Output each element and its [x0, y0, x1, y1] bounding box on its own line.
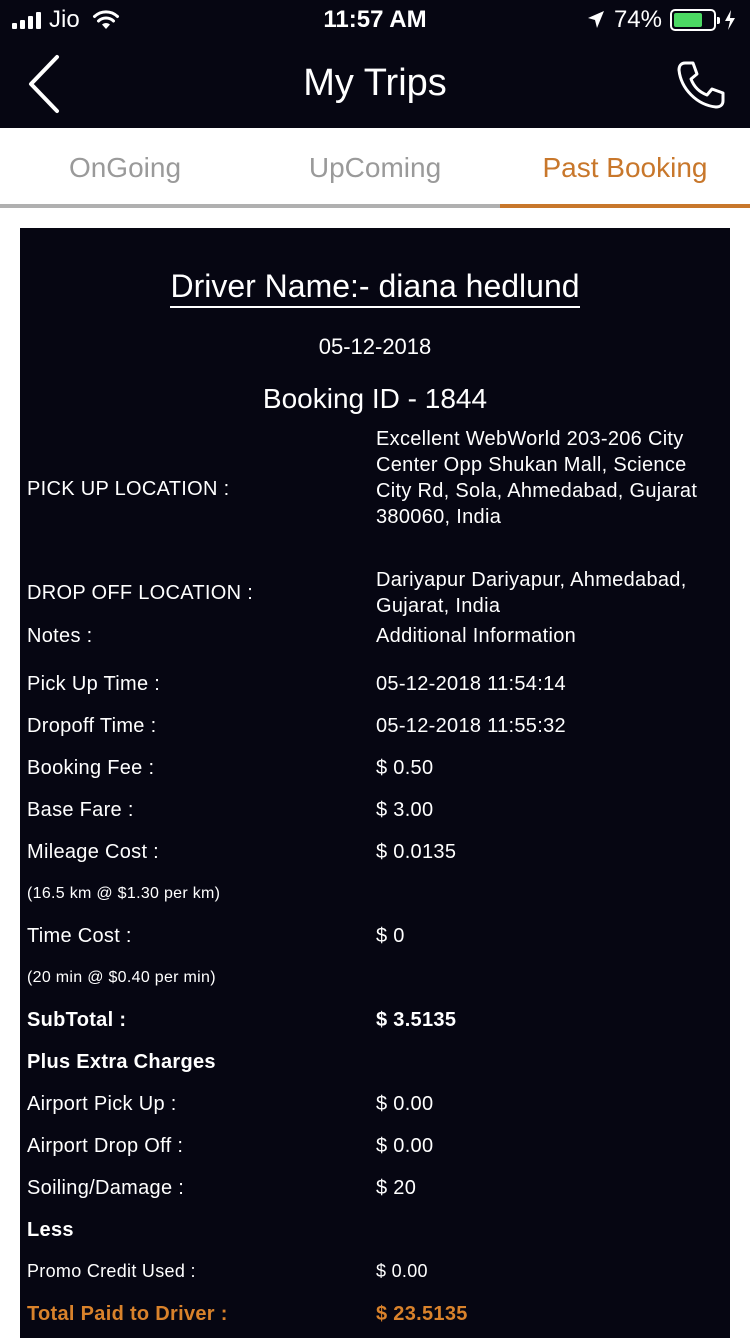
- base-fare-label: Base Fare :: [27, 799, 134, 821]
- soiling-damage-value: $ 20: [376, 1177, 417, 1199]
- battery-percent: 74%: [613, 6, 662, 33]
- trip-tabs: OnGoing UpComing Past Booking: [0, 128, 750, 208]
- tab-past-booking[interactable]: Past Booking: [500, 128, 750, 208]
- time-cost-value: $ 0: [376, 925, 405, 947]
- base-fare-value: $ 3.00: [376, 799, 434, 821]
- dropoff-location-row: DROP OFF LOCATION : Dariyapur Dariyapur,…: [27, 567, 723, 619]
- active-tab-indicator: [500, 204, 750, 208]
- soiling-damage-label: Soiling/Damage :: [27, 1177, 185, 1199]
- driver-name-text: Driver Name:- diana hedlund: [170, 268, 580, 308]
- pickup-location-label: PICK UP LOCATION :: [27, 478, 230, 500]
- total-paid-label: Total Paid to Driver :: [27, 1303, 228, 1325]
- subtotal-label: SubTotal :: [27, 1009, 127, 1031]
- dropoff-time-label: Dropoff Time :: [27, 715, 157, 737]
- location-arrow-icon: [587, 11, 604, 28]
- time-cost-label: Time Cost :: [27, 925, 132, 947]
- airport-dropoff-value: $ 0.00: [376, 1135, 434, 1157]
- promo-credit-value: $ 0.00: [376, 1261, 428, 1281]
- status-bar: Jio 11:57 AM 74%: [0, 0, 750, 40]
- airport-pickup-label: Airport Pick Up :: [27, 1093, 177, 1115]
- notes-label: Notes :: [27, 625, 93, 647]
- pickup-location-row: PICK UP LOCATION : Excellent WebWorld 20…: [27, 426, 723, 556]
- mileage-detail: (16.5 km @ $1.30 per km): [27, 885, 221, 902]
- battery-icon: [670, 9, 720, 31]
- less-header: Less: [27, 1219, 74, 1241]
- booking-id: Booking ID - 1844: [262, 383, 488, 414]
- tab-ongoing[interactable]: OnGoing: [0, 128, 250, 208]
- nav-bar: My Trips: [0, 40, 750, 128]
- booking-fee-label: Booking Fee :: [27, 757, 155, 779]
- phone-icon: [677, 61, 725, 109]
- mileage-cost-value: $ 0.0135: [376, 841, 457, 863]
- dropoff-time-value: 05-12-2018 11:55:32: [376, 715, 566, 737]
- trip-card[interactable]: Driver Name:- diana hedlund 05-12-2018 B…: [20, 228, 730, 1338]
- page-title: My Trips: [303, 62, 447, 104]
- battery-fill: [674, 13, 703, 27]
- pickup-location-value: Excellent WebWorld 203-206 City Center O…: [376, 428, 698, 528]
- booking-fee-value: $ 0.50: [376, 757, 434, 779]
- pickup-time-value: 05-12-2018 11:54:14: [376, 673, 566, 695]
- notes-value: Additional Information: [376, 625, 577, 647]
- dropoff-location-value: Dariyapur Dariyapur, Ahmedabad, Gujarat,…: [376, 569, 687, 617]
- time-detail: (20 min @ $0.40 per min): [27, 969, 216, 986]
- tab-upcoming[interactable]: UpComing: [250, 128, 500, 208]
- total-paid-value: $ 23.5135: [376, 1303, 468, 1325]
- charging-icon: [725, 10, 735, 30]
- promo-credit-label: Promo Credit Used :: [27, 1261, 196, 1281]
- mileage-cost-label: Mileage Cost :: [27, 841, 160, 863]
- call-button[interactable]: [670, 54, 732, 116]
- driver-name: Driver Name:- diana hedlund: [20, 268, 730, 308]
- dropoff-location-label: DROP OFF LOCATION :: [27, 582, 254, 604]
- airport-dropoff-label: Airport Drop Off :: [27, 1135, 184, 1157]
- pickup-time-label: Pick Up Time :: [27, 673, 161, 695]
- status-right: 74%: [586, 6, 736, 34]
- subtotal-value: $ 3.5135: [376, 1009, 457, 1031]
- airport-pickup-value: $ 0.00: [376, 1093, 434, 1115]
- trip-date: 05-12-2018: [318, 334, 432, 359]
- extra-charges-header: Plus Extra Charges: [27, 1051, 216, 1073]
